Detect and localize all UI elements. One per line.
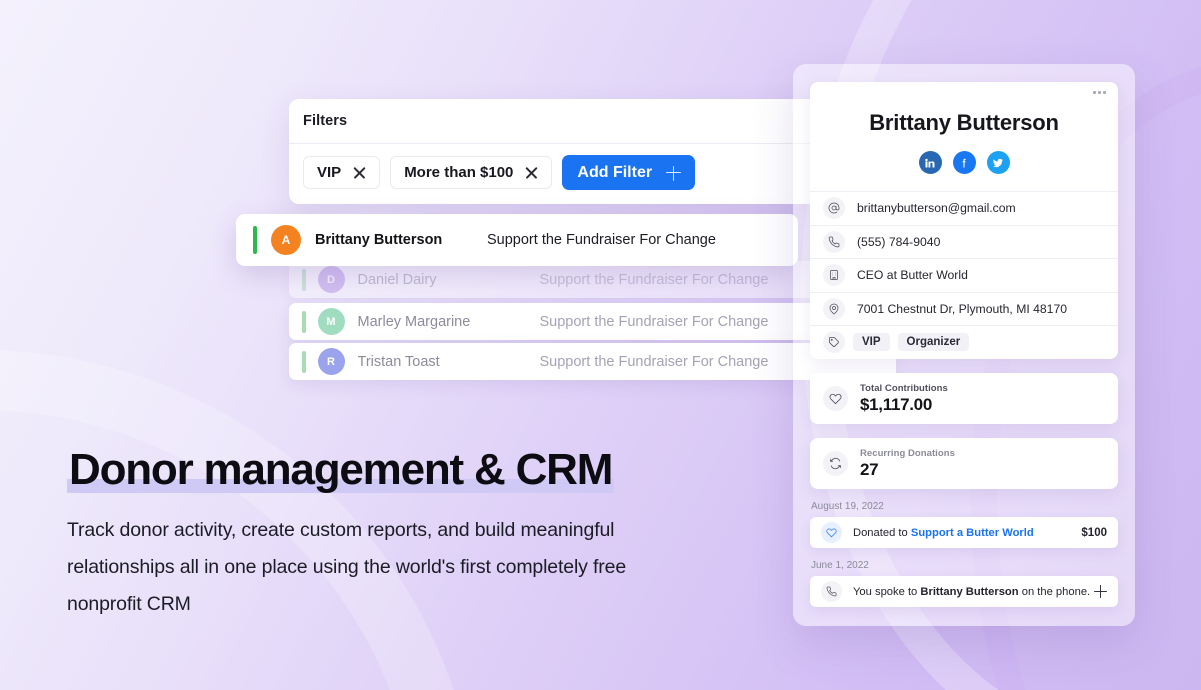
timeline-text-before: Donated to (853, 527, 911, 539)
plus-icon (666, 166, 680, 180)
contact-company: CEO at Butter World (857, 268, 968, 282)
heart-icon (823, 386, 848, 411)
contact-email: brittanybutterson@gmail.com (857, 201, 1016, 215)
more-horizontal-icon[interactable] (1093, 91, 1106, 94)
stat-value: 27 (860, 460, 955, 480)
status-bar (302, 311, 306, 333)
timeline-person: Brittany Butterson (920, 586, 1018, 598)
hero-text: Donor management & CRM Track donor activ… (67, 445, 767, 623)
donor-name: Tristan Toast (358, 354, 540, 370)
contact-row-email[interactable]: brittanybutterson@gmail.com (810, 191, 1118, 225)
map-pin-icon (823, 298, 845, 320)
timeline-text-before: You spoke to (853, 586, 920, 598)
contact-phone: (555) 784-9040 (857, 235, 940, 249)
phone-icon (821, 581, 842, 602)
stat-card-total-contributions[interactable]: Total Contributions $1,117.00 (810, 373, 1118, 424)
timeline-text: You spoke to Brittany Butterson on the p… (853, 586, 1090, 598)
avatar: M (318, 308, 345, 335)
stat-card-recurring-donations[interactable]: Recurring Donations 27 (810, 438, 1118, 489)
stat-label: Recurring Donations (860, 448, 955, 459)
donor-campaign: Support the Fundraiser For Change (540, 354, 769, 370)
promo-illustration: Filters VIP More than $100 Add Filter D … (0, 0, 1201, 690)
avatar: A (271, 225, 301, 255)
timeline-text: Donated to Support a Butter World (853, 527, 1034, 539)
filter-chip-amount[interactable]: More than $100 (390, 156, 552, 189)
add-filter-button[interactable]: Add Filter (562, 155, 695, 190)
heart-icon (821, 522, 842, 543)
status-bar (253, 226, 257, 254)
page-title: Donor management & CRM (67, 445, 614, 494)
contact-row-tags: VIP Organizer (810, 325, 1118, 359)
avatar: R (318, 348, 345, 375)
filter-chip-vip[interactable]: VIP (303, 156, 380, 189)
stat-value: $1,117.00 (860, 395, 948, 415)
donor-profile-panel: Brittany Butterson brittanybutterson@gma… (793, 64, 1135, 626)
donor-name: Brittany Butterson (315, 232, 487, 248)
timeline-date: August 19, 2022 (811, 501, 884, 512)
donor-name: Marley Margarine (358, 314, 540, 330)
linkedin-icon[interactable] (919, 151, 942, 174)
timeline-campaign-link[interactable]: Support a Butter World (911, 527, 1034, 539)
plus-icon[interactable] (1094, 585, 1107, 598)
filter-chip-label: More than $100 (404, 164, 513, 181)
filter-chip-row: VIP More than $100 Add Filter (303, 155, 695, 190)
tag-organizer[interactable]: Organizer (898, 333, 970, 351)
contact-row-phone[interactable]: (555) 784-9040 (810, 225, 1118, 259)
add-filter-label: Add Filter (577, 164, 652, 182)
donor-campaign: Support the Fundraiser For Change (487, 232, 716, 248)
contact-row-address[interactable]: 7001 Chestnut Dr, Plymouth, MI 48170 (810, 292, 1118, 326)
refresh-icon (823, 451, 848, 476)
status-bar (302, 351, 306, 373)
building-icon (823, 264, 845, 286)
status-bar (302, 269, 306, 291)
twitter-icon[interactable] (987, 151, 1010, 174)
social-links (810, 136, 1118, 191)
donor-campaign: Support the Fundraiser For Change (540, 314, 769, 330)
contact-address: 7001 Chestnut Dr, Plymouth, MI 48170 (857, 302, 1067, 316)
donor-campaign: Support the Fundraiser For Change (540, 272, 769, 288)
timeline-amount: $100 (1081, 527, 1107, 539)
timeline-item-call[interactable]: You spoke to Brittany Butterson on the p… (810, 576, 1118, 607)
timeline-text-after: on the phone. (1019, 586, 1091, 598)
contact-row-company[interactable]: CEO at Butter World (810, 258, 1118, 292)
close-icon[interactable] (525, 166, 538, 179)
timeline-date: June 1, 2022 (811, 560, 869, 571)
timeline-item-donation[interactable]: Donated to Support a Butter World $100 (810, 517, 1118, 548)
tag-vip[interactable]: VIP (853, 333, 890, 351)
avatar: D (318, 266, 345, 293)
tag-icon (823, 331, 845, 353)
headline-text: Donor management & CRM (69, 445, 612, 494)
at-sign-icon (823, 197, 845, 219)
filter-chip-label: VIP (317, 164, 341, 181)
donor-row-selected[interactable]: A Brittany Butterson Support the Fundrai… (236, 214, 798, 266)
profile-name: Brittany Butterson (810, 82, 1118, 136)
close-icon[interactable] (353, 166, 366, 179)
profile-card: Brittany Butterson brittanybutterson@gma… (810, 82, 1118, 359)
donor-name: Daniel Dairy (358, 272, 540, 288)
hero-subtext: Track donor activity, create custom repo… (67, 512, 667, 623)
facebook-icon[interactable] (953, 151, 976, 174)
phone-icon (823, 231, 845, 253)
stat-label: Total Contributions (860, 383, 948, 394)
